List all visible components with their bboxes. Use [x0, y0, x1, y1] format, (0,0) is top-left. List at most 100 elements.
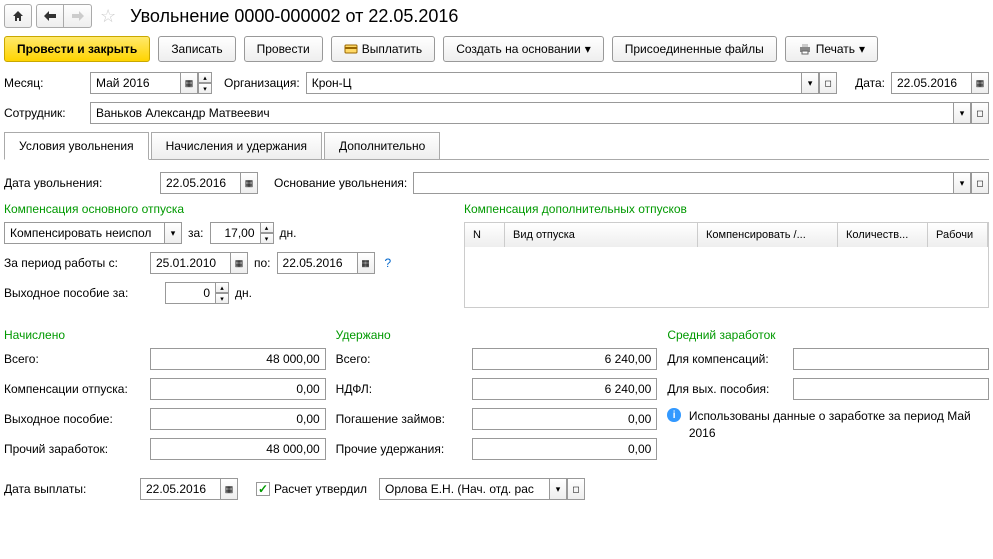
tabs: Условия увольнения Начисления и удержани… [4, 132, 989, 160]
add-vacation-table[interactable]: N Вид отпуска Компенсировать /... Количе… [464, 222, 989, 308]
accr-total[interactable] [150, 348, 326, 370]
period-from-input[interactable] [150, 252, 230, 274]
print-button[interactable]: Печать ▾ [785, 36, 878, 62]
month-up[interactable]: ▴ [198, 72, 212, 83]
post-and-close-button[interactable]: Провести и закрыть [4, 36, 150, 62]
period-to-input[interactable] [277, 252, 357, 274]
pay-date-label: Дата выплаты: [4, 482, 134, 496]
tab-conditions[interactable]: Условия увольнения [4, 132, 149, 160]
sev-up[interactable]: ▴ [215, 282, 229, 293]
sev-unit: дн. [235, 286, 252, 300]
attached-files-button[interactable]: Присоединенные файлы [612, 36, 777, 62]
tab-accruals[interactable]: Начисления и удержания [151, 132, 322, 159]
dismiss-date-label: Дата увольнения: [4, 176, 154, 190]
printer-icon [798, 42, 812, 56]
wh-loan[interactable] [472, 408, 658, 430]
page-title: Увольнение 0000-000002 от 22.05.2016 [130, 6, 458, 27]
avg-info-text: Использованы данные о заработке за перио… [689, 408, 989, 442]
po-label: по: [254, 256, 271, 270]
home-button[interactable] [4, 4, 32, 28]
org-input[interactable] [306, 72, 801, 94]
wh-ndfl[interactable] [472, 378, 658, 400]
comp-add-title: Компенсация дополнительных отпусков [464, 202, 989, 216]
employee-dropdown[interactable]: ▾ [953, 102, 971, 124]
avg-comp-label: Для компенсаций: [667, 352, 787, 366]
approved-checkbox[interactable]: ✓ [256, 482, 270, 496]
pay-date-input[interactable] [140, 478, 220, 500]
accr-comp[interactable] [150, 378, 326, 400]
month-picker-button[interactable]: ▦ [180, 72, 198, 94]
th-work: Рабочи [928, 223, 988, 247]
za-label: за: [188, 226, 204, 240]
accr-sev[interactable] [150, 408, 326, 430]
pay-icon [344, 42, 358, 56]
avg-sev[interactable] [793, 378, 989, 400]
org-open[interactable]: ◻ [819, 72, 837, 94]
avg-title: Средний заработок [667, 328, 989, 342]
org-label: Организация: [224, 76, 300, 90]
tab-additional[interactable]: Дополнительно [324, 132, 440, 159]
write-button[interactable]: Записать [158, 36, 235, 62]
forward-button [64, 4, 92, 28]
dismiss-basis-input[interactable] [413, 172, 953, 194]
days-up[interactable]: ▴ [260, 222, 274, 233]
create-based-button[interactable]: Создать на основании ▾ [443, 36, 604, 62]
dismiss-basis-label: Основание увольнения: [274, 176, 407, 190]
from-picker[interactable]: ▦ [230, 252, 248, 274]
dismiss-date-picker[interactable]: ▦ [240, 172, 258, 194]
wh-other[interactable] [472, 438, 658, 460]
th-qty: Количеств... [838, 223, 928, 247]
basis-open[interactable]: ◻ [971, 172, 989, 194]
help-link[interactable]: ? [385, 256, 392, 270]
employee-input[interactable] [90, 102, 953, 124]
period-label: За период работы с: [4, 256, 144, 270]
days-unit: дн. [280, 226, 297, 240]
pay-button[interactable]: Выплатить [331, 36, 436, 62]
date-label: Дата: [855, 76, 885, 90]
approved-label: Расчет утвердил [274, 482, 367, 496]
wh-ndfl-label: НДФЛ: [336, 382, 466, 396]
withheld-title: Удержано [336, 328, 658, 342]
comp-main-title: Компенсация основного отпуска [4, 202, 444, 216]
post-button[interactable]: Провести [244, 36, 323, 62]
accrued-title: Начислено [4, 328, 326, 342]
basis-dropdown[interactable]: ▾ [953, 172, 971, 194]
back-button[interactable] [36, 4, 64, 28]
month-input[interactable] [90, 72, 180, 94]
avg-sev-label: Для вых. пособия: [667, 382, 787, 396]
avg-comp[interactable] [793, 348, 989, 370]
approver-dropdown[interactable]: ▾ [549, 478, 567, 500]
approver-open[interactable]: ◻ [567, 478, 585, 500]
favorite-icon[interactable]: ☆ [100, 6, 116, 27]
accr-total-label: Всего: [4, 352, 144, 366]
date-input[interactable] [891, 72, 971, 94]
month-down[interactable]: ▾ [198, 83, 212, 94]
accr-other[interactable] [150, 438, 326, 460]
severance-days-input[interactable] [165, 282, 215, 304]
month-label: Месяц: [4, 76, 84, 90]
pay-date-picker[interactable]: ▦ [220, 478, 238, 500]
dismiss-date-input[interactable] [160, 172, 240, 194]
accr-sev-label: Выходное пособие: [4, 412, 144, 426]
approver-input[interactable] [379, 478, 549, 500]
wh-other-label: Прочие удержания: [336, 442, 466, 456]
th-n: N [465, 223, 505, 247]
wh-total[interactable] [472, 348, 658, 370]
th-comp: Компенсировать /... [698, 223, 838, 247]
chevron-down-icon: ▾ [585, 42, 591, 56]
sev-down[interactable]: ▾ [215, 293, 229, 304]
severance-label: Выходное пособие за: [4, 286, 159, 300]
org-dropdown[interactable]: ▾ [801, 72, 819, 94]
employee-label: Сотрудник: [4, 106, 84, 120]
accr-comp-label: Компенсации отпуска: [4, 382, 144, 396]
employee-open[interactable]: ◻ [971, 102, 989, 124]
chevron-down-icon: ▾ [859, 42, 865, 56]
info-icon: i [667, 408, 680, 422]
comp-action-dropdown[interactable]: ▾ [164, 222, 182, 244]
th-type: Вид отпуска [505, 223, 698, 247]
comp-action-input[interactable] [4, 222, 164, 244]
days-down[interactable]: ▾ [260, 233, 274, 244]
comp-days-input[interactable] [210, 222, 260, 244]
to-picker[interactable]: ▦ [357, 252, 375, 274]
date-picker[interactable]: ▦ [971, 72, 989, 94]
